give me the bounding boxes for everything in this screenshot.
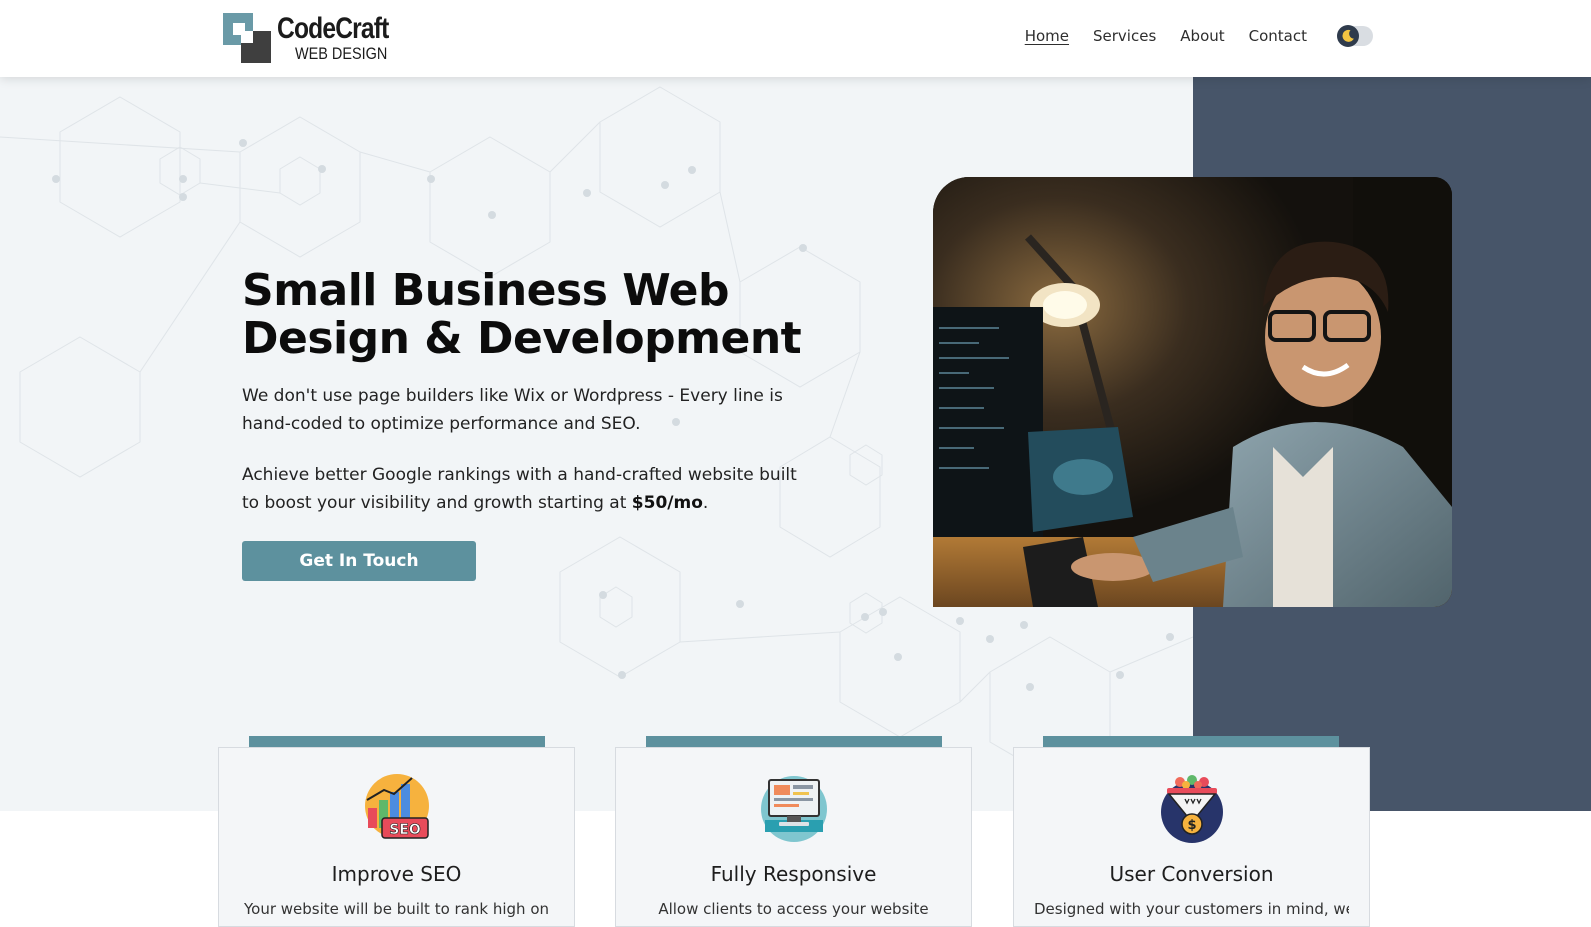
svg-text:$: $ — [1187, 818, 1196, 833]
feature-card-seo: SEO Improve SEO Your website will be bui… — [218, 747, 575, 927]
get-in-touch-button[interactable]: Get In Touch — [242, 541, 476, 581]
card-title: Improve SEO — [331, 862, 462, 886]
hero-section: Small Business Web Design & Development … — [0, 77, 1591, 811]
developer-photo — [933, 177, 1452, 607]
nav-contact[interactable]: Contact — [1249, 27, 1307, 45]
conversion-funnel-icon: $ — [1157, 774, 1227, 844]
card-title: User Conversion — [1109, 862, 1274, 886]
card-text: Designed with your customers in mind, we — [1034, 900, 1349, 918]
responsive-devices-icon — [759, 774, 829, 844]
hero-title: Small Business Web Design & Development — [242, 265, 802, 364]
card-text: Allow clients to access your website — [658, 900, 929, 918]
moon-icon — [1337, 25, 1359, 47]
theme-toggle[interactable] — [1337, 25, 1373, 47]
site-logo[interactable]: CodeCraft WEB DESIGN — [223, 13, 413, 63]
hero-paragraph-1: We don't use page builders like Wix or W… — [242, 386, 783, 434]
nav-about[interactable]: About — [1180, 27, 1224, 45]
site-header: CodeCraft WEB DESIGN Home Services About… — [0, 0, 1591, 77]
card-text: Your website will be built to rank high … — [243, 900, 550, 918]
card-title: Fully Responsive — [710, 862, 877, 886]
feature-card-conversion: $ User Conversion Designed with your cus… — [1013, 747, 1370, 927]
hero-paragraph-2: Achieve better Google rankings with a ha… — [242, 461, 802, 517]
svg-text:SEO: SEO — [389, 822, 421, 838]
logo-subtitle: WEB DESIGN — [295, 44, 388, 63]
seo-growth-chart-icon: SEO — [362, 774, 432, 844]
nav-services[interactable]: Services — [1093, 27, 1156, 45]
nav-home[interactable]: Home — [1025, 27, 1069, 45]
logo-mark-icon — [223, 13, 273, 63]
main-nav: Home Services About Contact — [1025, 25, 1373, 47]
price-highlight: $50/mo — [631, 493, 703, 513]
hero-paragraph-2-text: Achieve better Google rankings with a ha… — [242, 465, 797, 513]
logo-name: CodeCraft — [277, 12, 389, 45]
feature-card-responsive: Fully Responsive Allow clients to access… — [615, 747, 972, 927]
hero-paragraph-2-end: . — [702, 493, 709, 513]
